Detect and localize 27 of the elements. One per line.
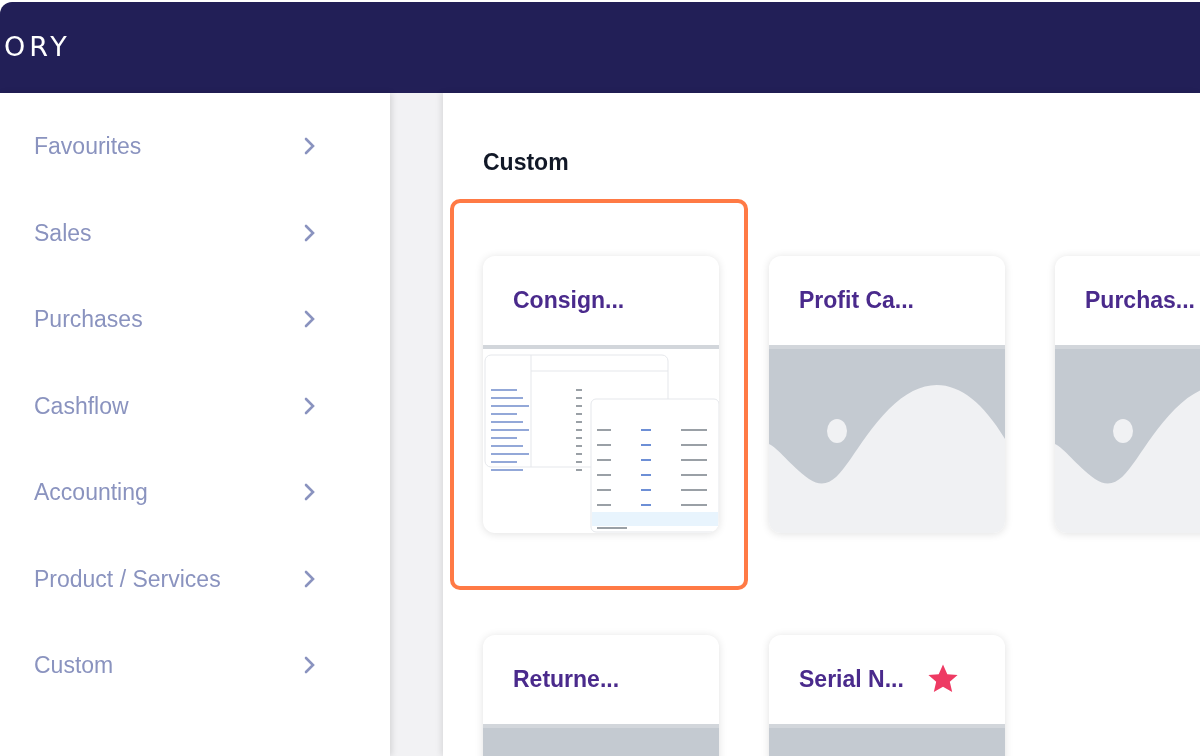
section-title: Custom bbox=[483, 148, 570, 177]
chevron-right-icon bbox=[304, 569, 316, 588]
report-card[interactable]: Serial N... bbox=[769, 634, 1005, 756]
chevron-right-icon bbox=[304, 310, 316, 328]
card-title: Consign... bbox=[513, 285, 625, 315]
report-card[interactable]: Profit Ca... bbox=[769, 255, 1005, 533]
card-title: Returne... bbox=[513, 664, 620, 694]
image-placeholder-icon bbox=[769, 348, 1005, 533]
sidebar-item[interactable]: Accounting bbox=[34, 475, 148, 510]
chevron-right-icon bbox=[304, 137, 316, 155]
report-card[interactable]: Returne... bbox=[483, 634, 719, 756]
sidebar-item[interactable]: Custom bbox=[34, 648, 114, 683]
sidebar-item[interactable]: Cashflow bbox=[34, 388, 129, 423]
report-card[interactable]: Consign... bbox=[483, 255, 719, 533]
chevron-right-icon bbox=[304, 483, 316, 501]
sidebar-item[interactable]: Product / Services bbox=[34, 561, 221, 596]
sidebar-item[interactable]: Sales bbox=[34, 215, 92, 250]
card-title: Purchas... bbox=[1085, 285, 1195, 315]
chevron-right-icon bbox=[304, 396, 316, 415]
chevron-right-icon bbox=[304, 223, 316, 242]
report-card[interactable]: Purchas... bbox=[1055, 255, 1200, 533]
sidebar-item[interactable]: Favourites bbox=[34, 129, 142, 164]
brand-logo-text: ORY bbox=[4, 30, 71, 65]
sidebar-item[interactable]: Purchases bbox=[34, 302, 143, 337]
chevron-right-icon bbox=[304, 656, 316, 674]
card-title: Serial N... bbox=[799, 664, 904, 694]
card-title: Profit Ca... bbox=[799, 285, 914, 315]
